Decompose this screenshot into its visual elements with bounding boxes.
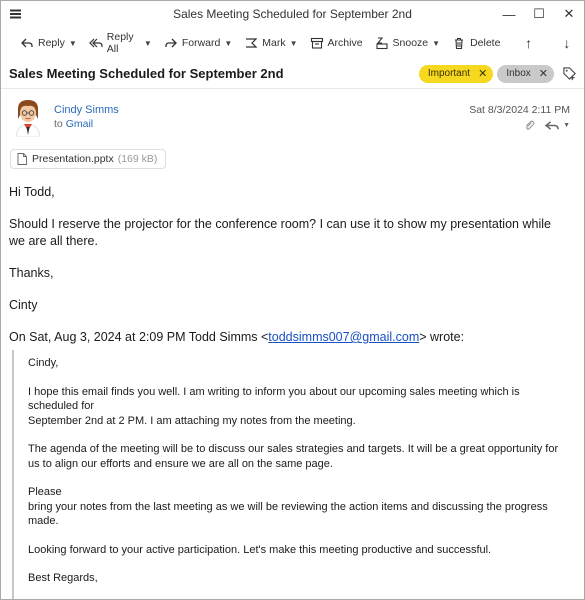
quoted-message: Cindy, I hope this email finds you well.… (12, 350, 570, 599)
minimize-button[interactable]: — (494, 1, 524, 27)
message-subject: Sales Meeting Scheduled for September 2n… (9, 66, 284, 81)
quoted-sender-email-link[interactable]: toddsimms007@gmail.com (268, 330, 419, 344)
reply-arrow-icon[interactable]: ▼ (544, 119, 570, 132)
close-icon[interactable]: ✕ (478, 67, 487, 80)
mark-label: Mark (262, 37, 286, 49)
maximize-button[interactable]: ☐ (524, 1, 554, 27)
next-message-button[interactable]: ↓ (552, 31, 582, 55)
body-paragraph: Should I reserve the projector for the c… (9, 217, 551, 248)
file-icon (17, 153, 27, 165)
attachment-paperclip-icon[interactable] (523, 119, 536, 132)
forward-label: Forward (181, 37, 221, 49)
chevron-down-icon: ▼ (563, 122, 570, 129)
tag-add-icon[interactable] (560, 65, 578, 83)
to-prefix: to (54, 118, 63, 130)
sender-name[interactable]: Cindy Simms (54, 104, 119, 116)
chevron-down-icon: ▼ (143, 38, 152, 48)
mark-icon (246, 38, 258, 48)
attachment-chip[interactable]: Presentation.pptx (169 kB) (10, 149, 167, 169)
delete-button[interactable]: Delete (447, 31, 505, 55)
email-window: Sales Meeting Scheduled for September 2n… (0, 0, 585, 600)
subject-row: Sales Meeting Scheduled for September 2n… (1, 59, 584, 89)
tag-label: Inbox (506, 68, 531, 79)
tag-list: Important ✕ Inbox ✕ (415, 64, 584, 83)
reply-label: Reply (38, 37, 65, 49)
tag-label: Important (427, 68, 471, 79)
tag-important[interactable]: Important ✕ (418, 64, 494, 83)
quote-salutation: Cindy, (28, 357, 59, 369)
close-button[interactable]: ✕ (554, 1, 584, 27)
quote-header-prefix: On Sat, Aug 3, 2024 at 2:09 PM Todd Simm… (9, 330, 269, 344)
message-header: Cindy Simms to Gmail Sat 8/3/2024 2:11 P… (1, 89, 584, 147)
archive-label: Archive (327, 37, 363, 49)
close-icon[interactable]: ✕ (539, 67, 548, 80)
attachment-size: (169 kB) (117, 153, 158, 165)
mark-button[interactable]: Mark ▼ (239, 31, 302, 55)
reply-icon (21, 38, 33, 48)
archive-icon (310, 37, 323, 49)
recipient-link[interactable]: Gmail (66, 118, 93, 130)
body-closing: Thanks, (9, 266, 54, 280)
quote-header: On Sat, Aug 3, 2024 at 2:09 PM Todd Simm… (9, 329, 570, 346)
header-actions: ▼ (515, 119, 570, 132)
forward-icon (165, 38, 177, 48)
avatar (13, 97, 43, 138)
quote-paragraph-1: I hope this email finds you well. I am w… (28, 385, 520, 427)
message-toolbar: Reply ▼ Reply All ▼ Forward ▼ Mark ▼ Arc… (1, 27, 584, 59)
previous-message-button[interactable]: ↑ (513, 31, 543, 55)
quote-paragraph-2: The agenda of the meeting will be to dis… (28, 443, 559, 470)
archive-button[interactable]: Archive (305, 31, 368, 55)
forward-button[interactable]: Forward ▼ (159, 31, 237, 55)
message-date: Sat 8/3/2024 2:11 PM (469, 104, 570, 116)
attachment-name: Presentation.pptx (32, 153, 114, 165)
snooze-icon (375, 37, 388, 50)
chevron-down-icon: ▼ (224, 38, 233, 48)
chevron-down-icon: ▼ (432, 38, 441, 48)
message-body: Hi Todd, Should I reserve the projector … (9, 184, 570, 361)
reply-all-button[interactable]: Reply All ▼ (84, 31, 157, 55)
quote-paragraph-4: Looking forward to your active participa… (28, 543, 492, 556)
snooze-button[interactable]: Snooze ▼ (370, 31, 446, 55)
snooze-label: Snooze (392, 37, 429, 49)
body-signature: Cinty (9, 298, 38, 312)
reply-all-label: Reply All (106, 31, 134, 55)
quote-signoff: Best Regards, (28, 572, 98, 584)
quote-header-suffix: > wrote: (419, 330, 465, 344)
menu-icon[interactable] (1, 1, 29, 27)
reply-all-icon (88, 38, 103, 48)
delete-icon (455, 37, 464, 50)
recipient-line: to Gmail (54, 118, 93, 130)
tag-inbox[interactable]: Inbox ✕ (497, 64, 554, 83)
body-greeting: Hi Todd, (9, 185, 55, 199)
chevron-down-icon: ▼ (68, 38, 77, 48)
quote-paragraph-3: Please bring your notes from the last me… (28, 486, 548, 527)
chevron-down-icon: ▼ (289, 38, 298, 48)
title-bar: Sales Meeting Scheduled for September 2n… (1, 1, 584, 27)
reply-button[interactable]: Reply ▼ (15, 31, 82, 55)
window-controls: — ☐ ✕ (494, 1, 584, 27)
delete-label: Delete (470, 37, 501, 49)
